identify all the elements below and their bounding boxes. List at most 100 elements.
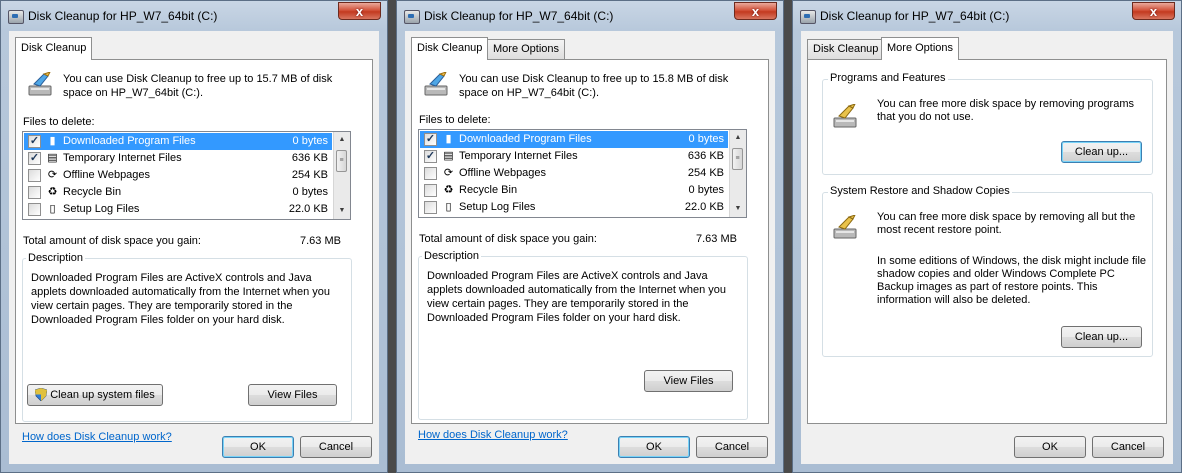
- checkbox[interactable]: [424, 184, 437, 197]
- file-size: 636 KB: [687, 150, 724, 162]
- programs-features-text: You can free more disk space by removing…: [877, 98, 1134, 123]
- scroll-down-arrow-icon[interactable]: ▼: [334, 203, 350, 219]
- file-name: Downloaded Program Files: [63, 135, 196, 147]
- text-file-icon: ▯: [49, 203, 56, 215]
- scroll-thumb[interactable]: ≡: [732, 148, 743, 170]
- document-icon: ▤: [443, 150, 454, 162]
- offline-page-icon: ⟳: [443, 167, 454, 179]
- folder-icon: ▮: [49, 135, 56, 147]
- cancel-button[interactable]: Cancel: [1092, 436, 1164, 458]
- file-name: Setup Log Files: [63, 203, 140, 215]
- disk-cleanup-tab-panel: You can use Disk Cleanup to free up to 1…: [411, 59, 769, 441]
- title-bar[interactable]: Disk Cleanup for HP_W7_64bit (C:) x: [1, 1, 387, 31]
- intro-text: You can use Disk Cleanup to free up to 1…: [63, 73, 333, 99]
- window-title: Disk Cleanup for HP_W7_64bit (C:): [424, 9, 614, 23]
- checkbox[interactable]: [424, 201, 437, 214]
- list-item[interactable]: ⟳ Offline Webpages 254 KB: [24, 167, 332, 184]
- window-title: Disk Cleanup for HP_W7_64bit (C:): [820, 9, 1010, 23]
- cancel-button[interactable]: Cancel: [696, 436, 768, 458]
- files-listbox[interactable]: ✓ ▮ Downloaded Program Files 0 bytes ✓ ▤…: [418, 129, 747, 218]
- ok-button[interactable]: OK: [222, 436, 294, 458]
- list-item[interactable]: ⟳ Offline Webpages 254 KB: [420, 165, 728, 182]
- description-groupbox: Description Downloaded Program Files are…: [418, 250, 748, 420]
- restore-cleanup-icon: [833, 215, 857, 239]
- more-options-tab-panel: Programs and Features You can free more …: [807, 59, 1167, 424]
- cancel-button[interactable]: Cancel: [300, 436, 372, 458]
- intro-text: You can use Disk Cleanup to free up to 1…: [459, 73, 729, 99]
- file-size: 636 KB: [291, 152, 328, 164]
- checkbox[interactable]: [28, 186, 41, 199]
- ok-button[interactable]: OK: [1014, 436, 1086, 458]
- checkbox[interactable]: [28, 203, 41, 216]
- file-size: 0 bytes: [292, 135, 328, 147]
- list-item[interactable]: ♻ Recycle Bin 0 bytes: [420, 182, 728, 199]
- checkbox[interactable]: [28, 169, 41, 182]
- help-link[interactable]: How does Disk Cleanup work?: [22, 431, 172, 443]
- offline-page-icon: ⟳: [47, 169, 58, 181]
- total-gain-value: 7.63 MB: [300, 235, 341, 247]
- close-button[interactable]: x: [734, 2, 777, 20]
- scroll-up-arrow-icon[interactable]: ▲: [730, 130, 746, 146]
- scroll-down-arrow-icon[interactable]: ▼: [730, 201, 746, 217]
- title-bar[interactable]: Disk Cleanup for HP_W7_64bit (C:) x: [397, 1, 783, 31]
- total-gain-label: Total amount of disk space you gain:: [23, 235, 201, 247]
- programs-clean-up-button[interactable]: Clean up...: [1061, 141, 1142, 163]
- list-item[interactable]: ♻ Recycle Bin 0 bytes: [24, 184, 332, 201]
- ok-button[interactable]: OK: [618, 436, 690, 458]
- document-icon: ▤: [47, 152, 58, 164]
- checkbox[interactable]: ✓: [424, 150, 437, 163]
- clean-up-system-files-label: Clean up system files: [50, 389, 155, 401]
- checkbox[interactable]: [424, 167, 437, 180]
- files-scrollbar[interactable]: ▲ ≡ ▼: [333, 132, 350, 219]
- tab-disk-cleanup[interactable]: Disk Cleanup: [411, 37, 489, 60]
- file-size: 22.0 KB: [684, 201, 724, 213]
- system-restore-label: System Restore and Shadow Copies: [828, 185, 1012, 197]
- scroll-up-arrow-icon[interactable]: ▲: [334, 132, 350, 148]
- file-size: 254 KB: [291, 169, 328, 181]
- help-link[interactable]: How does Disk Cleanup work?: [418, 429, 568, 441]
- list-item[interactable]: ▯ Setup Log Files 22.0 KB: [420, 199, 728, 216]
- files-listbox[interactable]: ✓ ▮ Downloaded Program Files 0 bytes ✓ ▤…: [22, 131, 351, 220]
- list-item[interactable]: ✓ ▤ Temporary Internet Files 636 KB: [420, 148, 728, 165]
- close-button[interactable]: x: [338, 2, 381, 20]
- file-name: Offline Webpages: [459, 167, 547, 179]
- file-size: 0 bytes: [688, 133, 724, 145]
- disk-cleanup-app-icon: [800, 10, 816, 24]
- file-name: Recycle Bin: [63, 186, 122, 198]
- restore-clean-up-button[interactable]: Clean up...: [1061, 326, 1142, 348]
- tab-disk-cleanup[interactable]: Disk Cleanup: [807, 39, 885, 59]
- title-bar[interactable]: Disk Cleanup for HP_W7_64bit (C:) x: [793, 1, 1181, 31]
- checkbox[interactable]: ✓: [424, 133, 437, 146]
- dialog-client-area: Disk Cleanup More Options You can use Di…: [405, 31, 775, 464]
- close-button[interactable]: x: [1132, 2, 1175, 20]
- description-groupbox: Description Downloaded Program Files are…: [22, 252, 352, 422]
- checkbox[interactable]: ✓: [28, 152, 41, 165]
- list-item[interactable]: ✓ ▮ Downloaded Program Files 0 bytes: [24, 133, 332, 150]
- recycle-bin-icon: ♻: [47, 186, 58, 198]
- file-name: Recycle Bin: [459, 184, 518, 196]
- files-scrollbar[interactable]: ▲ ≡ ▼: [729, 130, 746, 217]
- view-files-button[interactable]: View Files: [644, 370, 733, 392]
- programs-cleanup-icon: [833, 104, 857, 128]
- checkbox[interactable]: ✓: [28, 135, 41, 148]
- disk-cleanup-window-3: Disk Cleanup for HP_W7_64bit (C:) x Disk…: [792, 0, 1182, 473]
- disk-cleanup-window-1: Disk Cleanup for HP_W7_64bit (C:) x Disk…: [0, 0, 388, 473]
- disk-cleanup-app-icon: [404, 10, 420, 24]
- text-file-icon: ▯: [445, 201, 452, 213]
- list-item[interactable]: ✓ ▤ Temporary Internet Files 636 KB: [24, 150, 332, 167]
- disk-cleanup-icon: [28, 72, 52, 96]
- disk-cleanup-app-icon: [8, 10, 24, 24]
- file-name: Offline Webpages: [63, 169, 151, 181]
- list-item[interactable]: ▯ Setup Log Files 22.0 KB: [24, 201, 332, 218]
- recycle-bin-icon: ♻: [443, 184, 454, 196]
- list-item[interactable]: ✓ ▮ Downloaded Program Files 0 bytes: [420, 131, 728, 148]
- view-files-button[interactable]: View Files: [248, 384, 337, 406]
- dialog-client-area: Disk Cleanup More Options Programs and F…: [801, 31, 1173, 464]
- tab-more-options[interactable]: More Options: [487, 39, 566, 59]
- file-name: Temporary Internet Files: [459, 150, 578, 162]
- tab-disk-cleanup[interactable]: Disk Cleanup: [15, 37, 93, 60]
- clean-up-system-files-button[interactable]: Clean up system files: [27, 384, 163, 406]
- file-size: 22.0 KB: [288, 203, 328, 215]
- tab-more-options[interactable]: More Options: [881, 37, 960, 60]
- scroll-thumb[interactable]: ≡: [336, 150, 347, 172]
